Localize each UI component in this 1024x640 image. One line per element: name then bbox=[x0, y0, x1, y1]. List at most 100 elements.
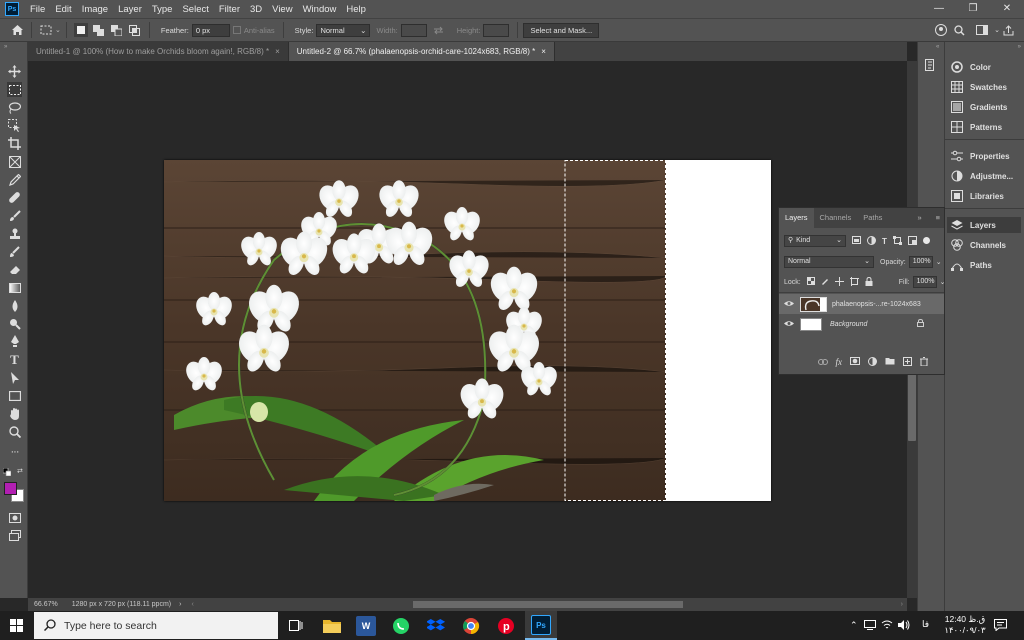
chevron-down-icon[interactable]: ⌄ bbox=[55, 26, 61, 34]
add-selection-icon[interactable] bbox=[92, 23, 106, 37]
close-window-button[interactable]: ✕ bbox=[990, 0, 1024, 18]
opacity-input[interactable]: 100% bbox=[908, 256, 933, 268]
eye-icon[interactable] bbox=[784, 300, 794, 309]
eyedropper-tool-icon[interactable] bbox=[7, 172, 22, 187]
fx-icon[interactable]: fx bbox=[836, 357, 843, 367]
wifi-icon[interactable] bbox=[881, 620, 893, 632]
eraser-tool-icon[interactable] bbox=[7, 262, 22, 277]
filter-type-icon[interactable]: T bbox=[882, 237, 887, 246]
chrome-icon[interactable] bbox=[461, 616, 481, 636]
quick-mask-icon[interactable] bbox=[7, 510, 22, 525]
link-layers-icon[interactable] bbox=[817, 357, 828, 367]
path-selection-tool-icon[interactable] bbox=[7, 370, 22, 385]
panel-properties[interactable]: Properties bbox=[951, 148, 1010, 164]
whatsapp-icon[interactable] bbox=[391, 616, 411, 636]
chevron-down-icon[interactable]: ⌄ bbox=[940, 278, 946, 286]
pinterest-app-icon[interactable]: p bbox=[496, 616, 516, 636]
zoom-level[interactable]: 66.67% bbox=[34, 601, 58, 608]
menu-file[interactable]: File bbox=[25, 4, 50, 15]
panel-paths[interactable]: Paths bbox=[951, 257, 992, 273]
network-icon[interactable] bbox=[864, 620, 876, 632]
word-app-icon[interactable]: W bbox=[356, 616, 376, 636]
menu-image[interactable]: Image bbox=[77, 4, 113, 15]
tab-untitled-1[interactable]: Untitled-1 @ 100% (How to make Orchids b… bbox=[28, 42, 289, 61]
tab-channels[interactable]: Channels bbox=[814, 208, 858, 228]
scroll-left-icon[interactable]: ‹ bbox=[191, 601, 193, 608]
blur-tool-icon[interactable] bbox=[7, 298, 22, 313]
filter-smart-object-icon[interactable] bbox=[907, 235, 917, 247]
photoshop-taskbar-button[interactable]: Ps bbox=[525, 611, 557, 640]
dropbox-icon[interactable] bbox=[426, 616, 446, 636]
panel-channels[interactable]: Channels bbox=[951, 237, 1006, 253]
canvas-area[interactable] bbox=[28, 61, 907, 598]
lasso-tool-icon[interactable] bbox=[7, 100, 22, 115]
restore-button[interactable]: ❐ bbox=[956, 0, 990, 18]
foreground-color-swatch[interactable] bbox=[4, 482, 17, 495]
hand-tool-icon[interactable] bbox=[7, 406, 22, 421]
tab-layers[interactable]: Layers bbox=[779, 208, 814, 228]
filter-pixel-icon[interactable] bbox=[852, 236, 861, 246]
type-tool-icon[interactable]: T bbox=[7, 352, 22, 367]
swap-colors-icon[interactable]: ⇄ bbox=[17, 467, 23, 475]
status-menu-arrow-icon[interactable]: › bbox=[179, 601, 181, 608]
panel-patterns[interactable]: Patterns bbox=[951, 119, 1002, 135]
menu-3d[interactable]: 3D bbox=[245, 4, 267, 15]
history-icon[interactable] bbox=[925, 59, 937, 73]
filter-adjustment-icon[interactable] bbox=[867, 235, 876, 247]
intersect-selection-icon[interactable] bbox=[128, 23, 142, 37]
filter-toggle-icon[interactable] bbox=[922, 236, 930, 246]
chevron-down-icon[interactable]: ⌄ bbox=[994, 26, 1000, 34]
chevron-down-icon[interactable]: ⌄ bbox=[936, 258, 942, 266]
volume-icon[interactable] bbox=[898, 620, 910, 632]
clone-stamp-tool-icon[interactable] bbox=[7, 226, 22, 241]
height-input[interactable] bbox=[483, 23, 510, 37]
add-mask-icon[interactable] bbox=[850, 357, 860, 367]
new-layer-icon[interactable] bbox=[903, 356, 912, 368]
feather-input[interactable]: 0 px bbox=[191, 23, 230, 37]
collapse-arrows-icon[interactable]: » bbox=[1018, 44, 1021, 50]
menu-window[interactable]: Window bbox=[298, 4, 342, 15]
brush-tool-icon[interactable] bbox=[7, 208, 22, 223]
menu-type[interactable]: Type bbox=[147, 4, 178, 15]
blend-mode-select[interactable]: Normal ⌄ bbox=[784, 256, 874, 268]
windows-start-icon[interactable] bbox=[10, 619, 23, 634]
layer-row-photo[interactable]: phalaenopsis-...re-1024x683 bbox=[779, 294, 944, 314]
rectangular-marquee-tool-icon[interactable] bbox=[7, 82, 22, 97]
account-icon[interactable] bbox=[934, 23, 948, 37]
lock-artboard-icon[interactable] bbox=[849, 276, 859, 288]
menu-select[interactable]: Select bbox=[177, 4, 213, 15]
crop-tool-icon[interactable] bbox=[7, 136, 22, 151]
rectangle-tool-icon[interactable] bbox=[7, 388, 22, 403]
pen-tool-icon[interactable] bbox=[7, 334, 22, 349]
collapse-arrows-icon[interactable]: » bbox=[4, 44, 7, 50]
layer-row-background[interactable]: Background bbox=[779, 314, 944, 334]
lock-position-icon[interactable] bbox=[834, 276, 844, 288]
filter-shape-icon[interactable] bbox=[892, 235, 902, 247]
task-view-icon[interactable] bbox=[289, 620, 303, 633]
minimize-button[interactable]: — bbox=[922, 0, 956, 18]
zoom-tool-icon[interactable] bbox=[7, 424, 22, 439]
object-selection-tool-icon[interactable] bbox=[7, 118, 22, 133]
collapse-arrows-icon[interactable]: « bbox=[936, 44, 939, 50]
default-colors-icon[interactable] bbox=[2, 467, 12, 477]
panel-libraries[interactable]: Libraries bbox=[951, 188, 1004, 204]
lock-all-icon[interactable] bbox=[865, 276, 873, 288]
menu-help[interactable]: Help bbox=[341, 4, 371, 15]
taskbar-search-box[interactable]: Type here to search bbox=[34, 612, 278, 639]
new-selection-icon[interactable] bbox=[73, 23, 88, 37]
eye-icon[interactable] bbox=[784, 320, 794, 329]
marquee-preset-icon[interactable] bbox=[39, 23, 53, 37]
panel-adjustments[interactable]: Adjustme... bbox=[951, 168, 1013, 184]
file-explorer-icon[interactable] bbox=[322, 616, 342, 636]
panel-gradients[interactable]: Gradients bbox=[951, 99, 1007, 115]
menu-edit[interactable]: Edit bbox=[50, 4, 76, 15]
filter-kind-select[interactable]: ⚲ Kind ⌄ bbox=[784, 235, 846, 247]
width-input[interactable] bbox=[400, 23, 427, 37]
antialias-checkbox[interactable] bbox=[232, 23, 242, 37]
select-and-mask-button[interactable]: Select and Mask... bbox=[523, 22, 600, 38]
menu-filter[interactable]: Filter bbox=[214, 4, 245, 15]
tab-untitled-2[interactable]: Untitled-2 @ 66.7% (phalaenopsis-orchid-… bbox=[288, 42, 555, 61]
adjustment-layer-icon[interactable] bbox=[868, 356, 877, 368]
lock-pixels-icon[interactable] bbox=[821, 277, 829, 287]
horizontal-scrollbar-thumb[interactable] bbox=[413, 601, 683, 608]
